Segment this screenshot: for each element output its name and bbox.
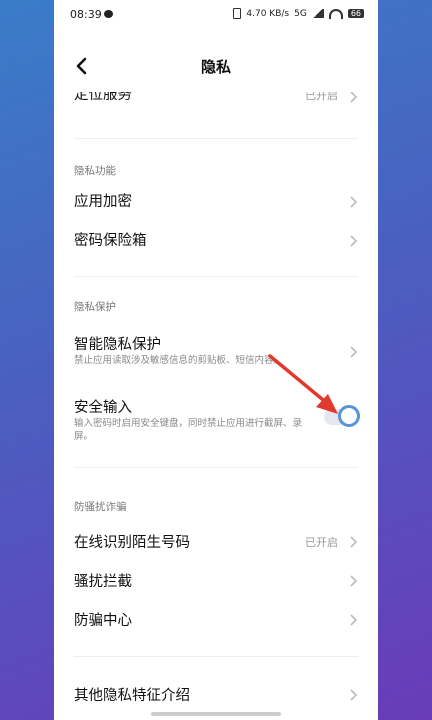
net-speed: 4.70 KB/s — [246, 8, 290, 19]
chevron-right-icon — [348, 233, 358, 247]
row-anti-fraud[interactable]: 防骗中心 — [54, 602, 378, 636]
chevron-right-icon — [348, 194, 358, 208]
row-location-value: 已开启 — [305, 92, 338, 102]
row-location-label: 定位服务 — [74, 92, 132, 103]
status-time: 08:39 — [70, 8, 102, 21]
section-privacy-protection: 隐私保护 — [74, 301, 116, 313]
row-app-lock-label: 应用加密 — [74, 194, 132, 210]
status-icons: 4.70 KB/s 5G 66 — [233, 8, 364, 19]
row-other-label: 其他隐私特征介绍 — [74, 688, 190, 704]
divider — [74, 138, 358, 139]
divider — [74, 656, 358, 657]
header: 隐私 — [54, 44, 378, 88]
row-online-id-value: 已开启 — [305, 536, 338, 549]
row-online-id-label: 在线识别陌生号码 — [74, 535, 190, 551]
battery-icon: 66 — [347, 9, 364, 18]
chevron-right-icon — [348, 344, 358, 358]
home-indicator[interactable] — [151, 712, 281, 716]
status-bar: 08:39 4.70 KB/s 5G 66 — [54, 0, 378, 30]
row-secure-input-label: 安全输入 — [74, 400, 132, 416]
divider — [74, 276, 358, 277]
row-smart-privacy-label: 智能隐私保护 — [74, 337, 161, 353]
row-location[interactable]: 定位服务 已开启 — [54, 92, 378, 114]
chevron-right-icon — [348, 92, 358, 103]
wifi-icon — [328, 8, 343, 19]
chevron-right-icon — [348, 534, 358, 548]
section-privacy-features: 隐私功能 — [74, 165, 116, 177]
row-other[interactable]: 其他隐私特征介绍 — [54, 677, 378, 711]
row-block-label: 骚扰拦截 — [74, 574, 132, 590]
row-anti-fraud-label: 防骗中心 — [74, 613, 132, 629]
chevron-right-icon — [348, 687, 358, 701]
annotation-arrow-icon — [268, 354, 338, 414]
section-anti-harass: 防骚扰诈骗 — [74, 501, 127, 513]
vibrate-icon — [233, 8, 242, 19]
row-vault-label: 密码保险箱 — [74, 233, 147, 249]
network-type: 5G — [294, 8, 307, 19]
row-vault[interactable]: 密码保险箱 — [54, 223, 378, 257]
row-online-id[interactable]: 在线识别陌生号码 已开启 — [54, 524, 378, 558]
row-block[interactable]: 骚扰拦截 — [54, 563, 378, 597]
divider — [74, 467, 358, 468]
page-title: 隐私 — [200, 58, 231, 76]
chevron-right-icon — [348, 612, 358, 626]
phone-screen: 08:39 4.70 KB/s 5G 66 隐私 定位服务 已开启 隐私功能 应… — [54, 0, 378, 720]
chevron-right-icon — [348, 573, 358, 587]
row-app-lock[interactable]: 应用加密 — [54, 184, 378, 218]
signal-icon — [311, 9, 324, 18]
message-icon — [104, 10, 113, 18]
